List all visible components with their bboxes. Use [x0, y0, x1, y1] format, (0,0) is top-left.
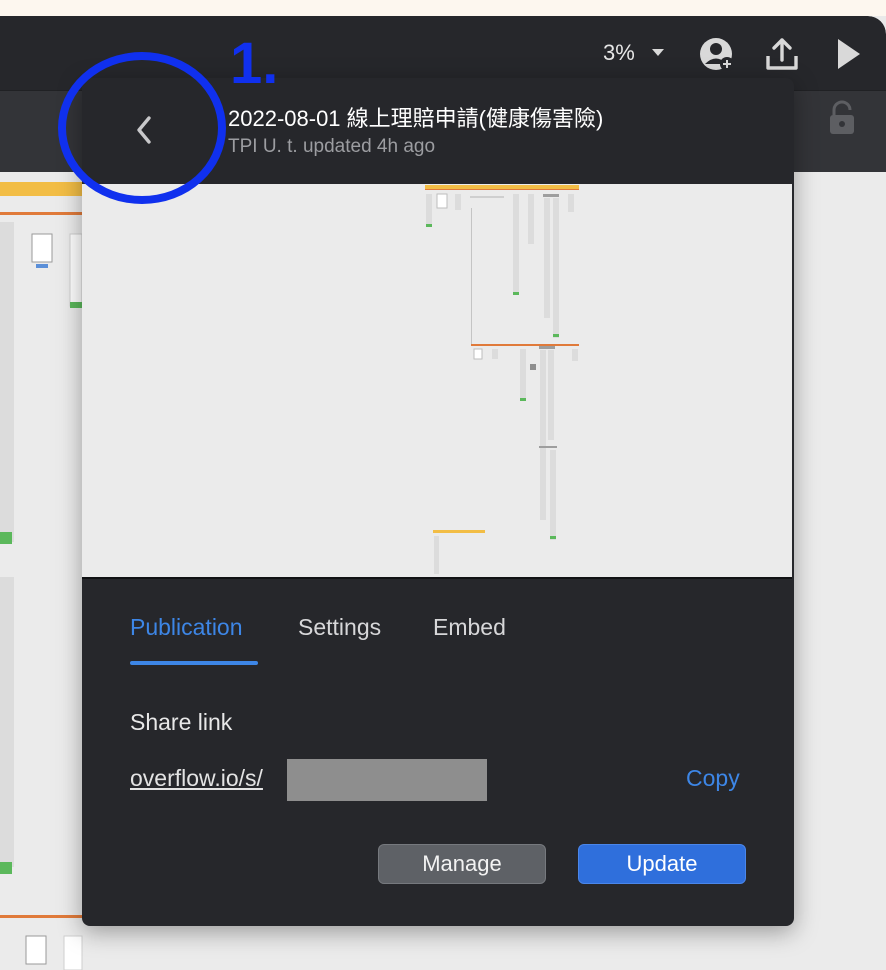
tab-publication[interactable]: Publication [130, 614, 243, 641]
lock-icon[interactable] [826, 100, 858, 136]
upload-icon[interactable] [762, 34, 802, 74]
copy-link-button[interactable]: Copy [686, 765, 740, 792]
document-preview[interactable] [82, 184, 792, 579]
canvas-thumbnails [0, 182, 83, 970]
desktop-strip [0, 0, 886, 16]
share-link-url[interactable]: overflow.io/s/ [130, 765, 263, 792]
manage-button[interactable]: Manage [378, 844, 546, 884]
document-title: 2022-08-01 線上理賠申請(健康傷害險) [228, 106, 604, 131]
update-button[interactable]: Update [578, 844, 746, 884]
document-subtitle: TPI U. t. updated 4h ago [228, 136, 436, 157]
tab-settings[interactable]: Settings [298, 614, 381, 641]
share-link-label: Share link [130, 709, 233, 735]
zoom-level[interactable]: 3% [603, 40, 635, 66]
user-add-icon[interactable] [698, 34, 738, 74]
tab-embed[interactable]: Embed [433, 614, 506, 641]
chevron-down-icon[interactable] [652, 49, 664, 56]
back-chevron-icon[interactable] [130, 112, 158, 148]
redacted-link-area [287, 759, 487, 801]
play-icon[interactable] [828, 34, 868, 74]
active-tab-indicator [130, 661, 258, 665]
